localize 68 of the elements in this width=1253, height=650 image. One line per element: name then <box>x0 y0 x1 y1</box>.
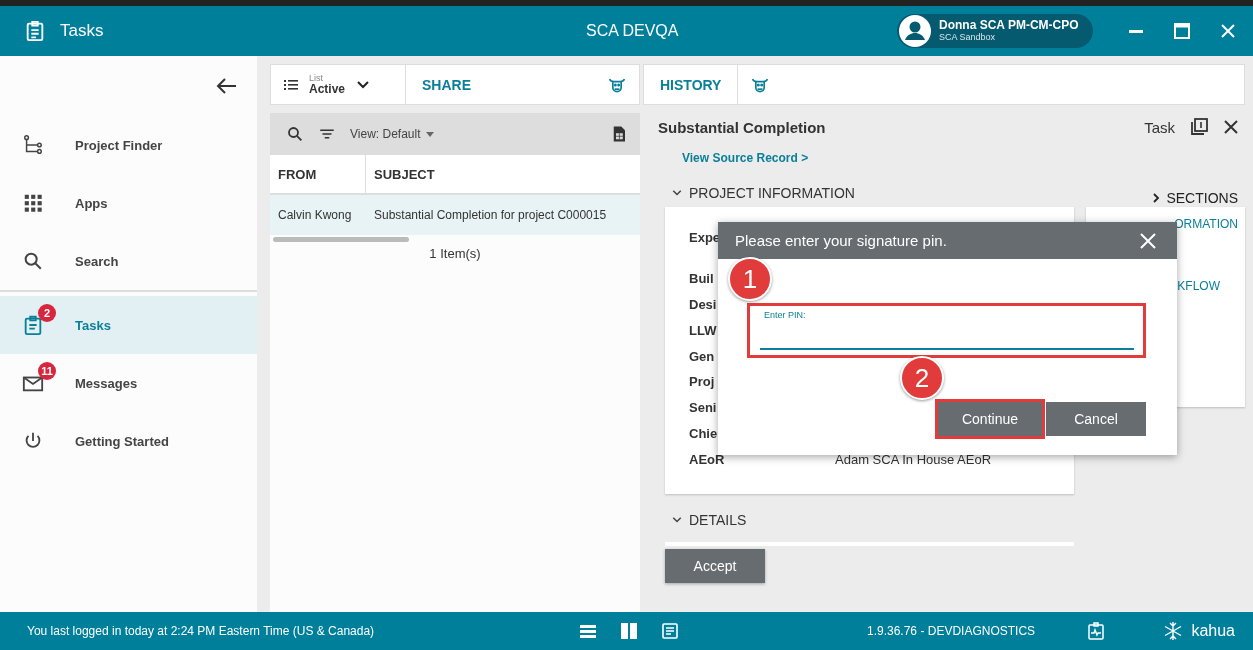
step-marker: 2 <box>900 356 944 400</box>
field-label: Expe <box>689 230 721 246</box>
section-header[interactable]: DETAILS <box>665 510 747 530</box>
sidebar-item[interactable]: Getting Started <box>0 412 257 470</box>
share-button[interactable]: SHARE <box>422 76 471 93</box>
user-name: Donna SCA PM-CM-CPO <box>939 19 1079 33</box>
close-icon[interactable] <box>1223 119 1239 135</box>
clipboard-icon <box>24 20 46 42</box>
column-header[interactable]: FROM <box>270 155 366 193</box>
section-link[interactable]: ORMATION <box>1174 217 1238 231</box>
sidebar-item[interactable]: Project Finder <box>0 116 257 174</box>
diagnostics-icon[interactable] <box>1087 622 1106 640</box>
app-title: Tasks <box>60 21 104 41</box>
document-icon[interactable] <box>661 622 679 640</box>
history-tab[interactable]: HISTORY <box>644 65 739 104</box>
field-label: Buil <box>689 271 714 287</box>
field-label: AEoR <box>689 451 725 467</box>
login-message: You last logged in today at 2:24 PM Eastern Time (US & Canada) <box>27 624 376 638</box>
window-title: SCA DEVQA <box>586 22 679 40</box>
source-record-link[interactable]: View Source Record > <box>682 151 809 165</box>
sidebar-item[interactable]: Search <box>0 232 257 290</box>
close-icon[interactable] <box>1219 22 1237 40</box>
sections-toggle[interactable]: SECTIONS <box>1086 188 1245 208</box>
search-icon <box>22 250 44 272</box>
tree-icon <box>22 134 44 156</box>
cancel-button[interactable]: Cancel <box>1046 402 1146 436</box>
sidebar-item[interactable]: 11 Messages <box>0 354 257 412</box>
section-header[interactable]: PROJECT INFORMATION <box>665 183 855 203</box>
count-badge: 11 <box>38 362 56 380</box>
field-value: Adam SCA In House AEoR <box>835 451 992 467</box>
column-header[interactable]: SUBJECT <box>366 155 640 193</box>
caret-icon <box>426 131 435 137</box>
user-menu[interactable]: Donna SCA PM-CM-CPO SCA Sandbox <box>897 14 1093 48</box>
brand-logo: kahua <box>1163 621 1235 641</box>
search-icon[interactable] <box>286 125 304 143</box>
sidebar-item[interactable]: 2 Tasks <box>0 296 257 354</box>
record-title: Substantial Completion <box>658 118 826 136</box>
field-label: Enter PIN: <box>764 310 806 320</box>
pin-field[interactable]: Enter PIN: <box>747 303 1146 358</box>
list-view-icon[interactable] <box>579 622 597 640</box>
version-label: 1.9.36.76 - DEVDIAGNOSTICS <box>867 624 1036 638</box>
view-dropdown[interactable]: View: Default <box>350 127 435 141</box>
step-marker: 1 <box>728 257 772 301</box>
count-badge: 2 <box>38 304 56 322</box>
user-org: SCA Sandbox <box>939 32 997 43</box>
field-label: Seni <box>689 400 717 416</box>
apps-icon <box>22 192 44 214</box>
scrollbar[interactable] <box>273 237 409 242</box>
clipboard-icon <box>22 314 44 336</box>
copy-window-icon[interactable] <box>1189 117 1209 137</box>
table-row[interactable]: Calvin Kwong Substantial Completion for project C000015 <box>270 195 640 235</box>
dialog-title: Please enter your signature pin. <box>735 232 947 249</box>
field-label: Proj <box>689 374 715 390</box>
section-link[interactable]: KFLOW <box>1177 279 1220 293</box>
maximize-icon[interactable] <box>1173 22 1191 40</box>
list-selector[interactable]: List Active <box>271 65 406 104</box>
item-count: 1 Item(s) <box>429 246 481 261</box>
field-label: Chie <box>689 425 718 441</box>
snowflake-icon <box>1163 621 1184 641</box>
continue-button[interactable]: Continue <box>938 402 1042 436</box>
accept-button[interactable]: Accept <box>665 549 765 583</box>
field-label: Desi <box>689 297 717 312</box>
avatar-icon <box>899 15 931 47</box>
split-view-icon[interactable] <box>620 622 638 640</box>
sidebar-item[interactable]: Apps <box>0 174 257 232</box>
field-label: LLW <box>689 322 717 338</box>
field-label: Gen <box>689 348 715 364</box>
record-type: Task <box>1144 118 1175 136</box>
